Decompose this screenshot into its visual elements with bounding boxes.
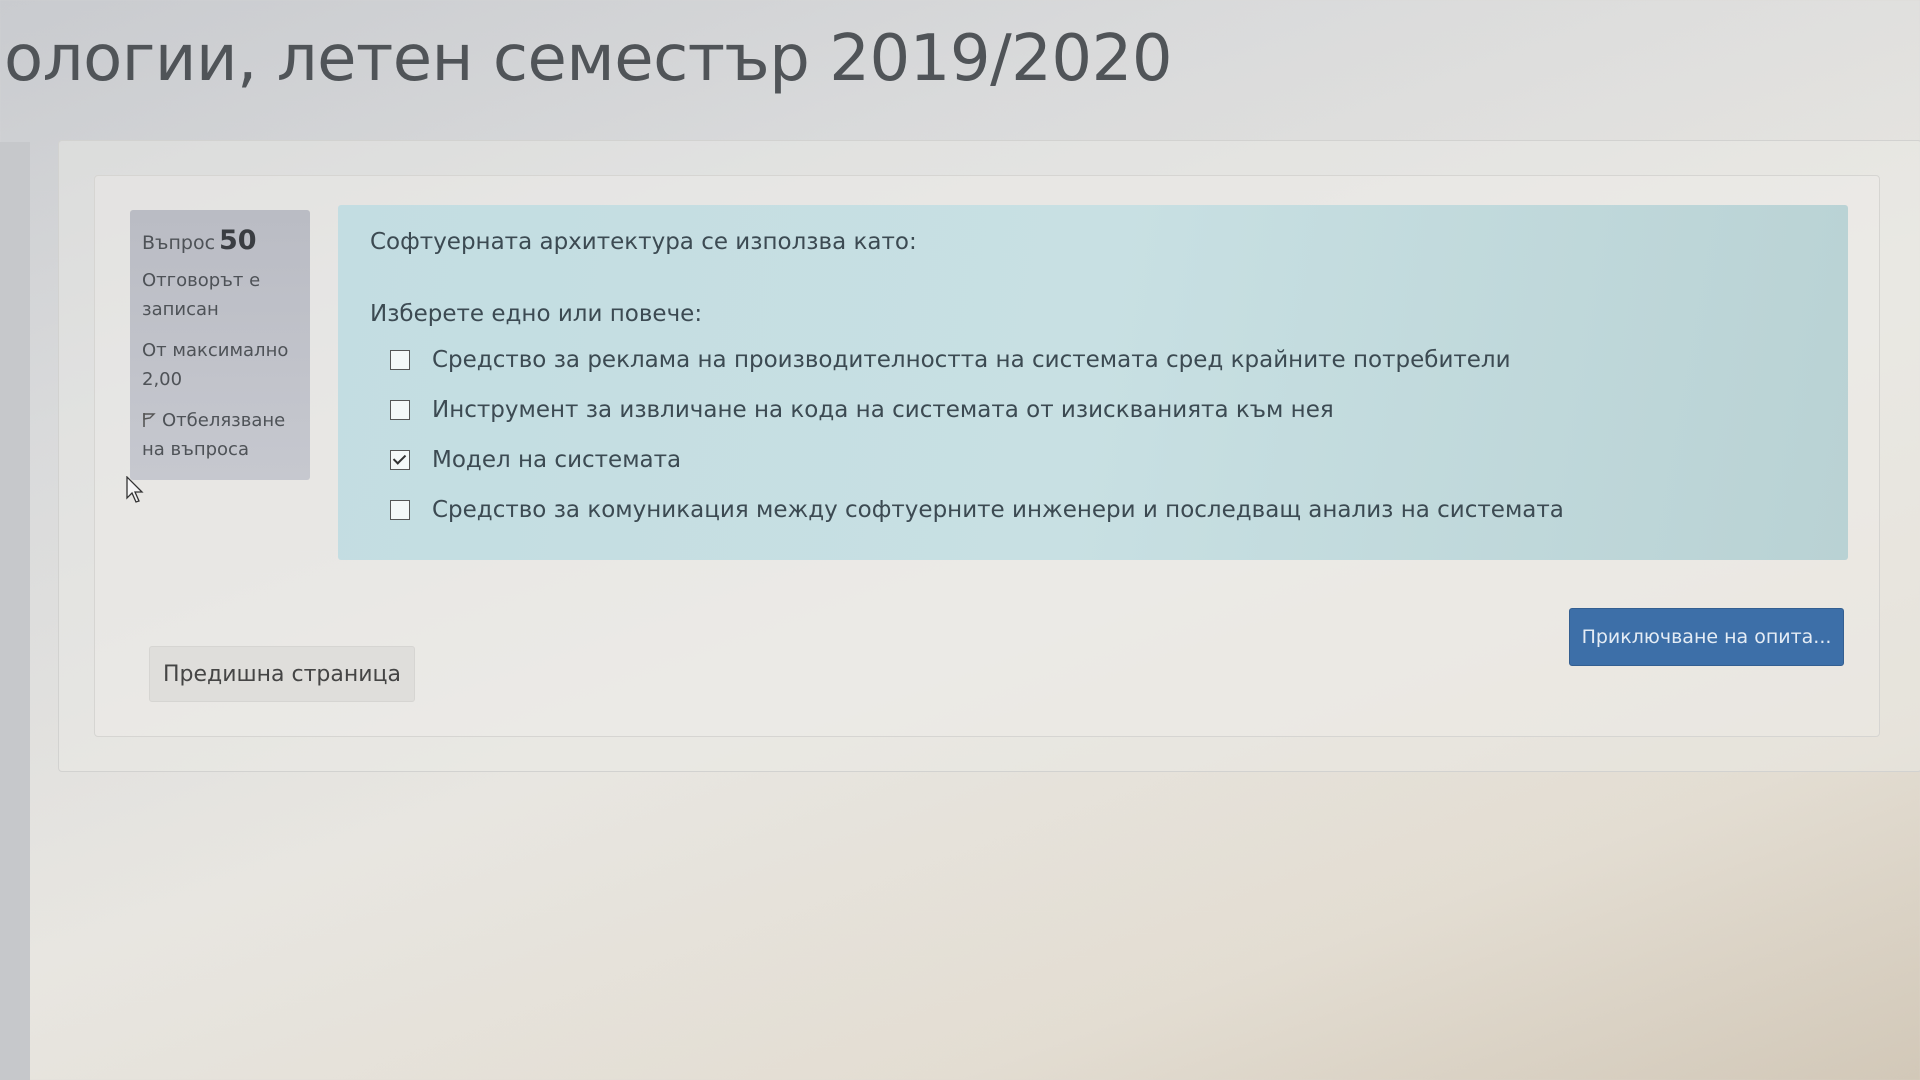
question-number: 50: [219, 225, 257, 256]
answer-checkbox[interactable]: [390, 400, 410, 420]
answer-label: Инструмент за извличане на кода на систе…: [432, 397, 1334, 423]
question-max-grade: От максимално 2,00: [142, 340, 289, 390]
left-sidebar-strip: [0, 142, 30, 1080]
flag-icon: [143, 413, 156, 427]
answer-label: Модел на системата: [432, 447, 682, 473]
answer-checkbox[interactable]: [390, 450, 410, 470]
answer-option[interactable]: Средство за комуникация между софтуернит…: [370, 485, 1816, 535]
answer-option[interactable]: Средство за реклама на производителностт…: [370, 335, 1816, 385]
answer-label: Средство за комуникация между софтуернит…: [432, 497, 1564, 523]
question-label: Въпрос: [142, 232, 216, 254]
question-info-box: Въпрос 50 Отговорът е записан От максимал…: [130, 210, 310, 480]
flag-question-link[interactable]: Отбелязване на въпроса: [142, 406, 298, 464]
answer-list: Средство за реклама на производителностт…: [370, 335, 1816, 535]
question-text: Софтуерната архитектура се използва като…: [370, 229, 917, 255]
finish-attempt-button[interactable]: Приключване на опита...: [1569, 608, 1844, 666]
page-title: ологии, летен семестър 2019/2020: [4, 22, 1173, 96]
cursor-icon: [126, 476, 144, 503]
question-state: Отговорът е записан: [142, 270, 261, 320]
previous-page-button[interactable]: Предишна страница: [149, 646, 415, 702]
question-content: Софтуерната архитектура се използва като…: [338, 205, 1848, 560]
answer-option[interactable]: Инструмент за извличане на кода на систе…: [370, 385, 1816, 435]
question-number-row: Въпрос 50: [142, 226, 298, 258]
answer-checkbox[interactable]: [390, 350, 410, 370]
answer-checkbox[interactable]: [390, 500, 410, 520]
flag-question-label: Отбелязване на въпроса: [142, 410, 286, 460]
answer-prompt: Изберете едно или повече:: [370, 301, 703, 327]
answer-label: Средство за реклама на производителностт…: [432, 347, 1511, 373]
answer-option[interactable]: Модел на системата: [370, 435, 1816, 485]
